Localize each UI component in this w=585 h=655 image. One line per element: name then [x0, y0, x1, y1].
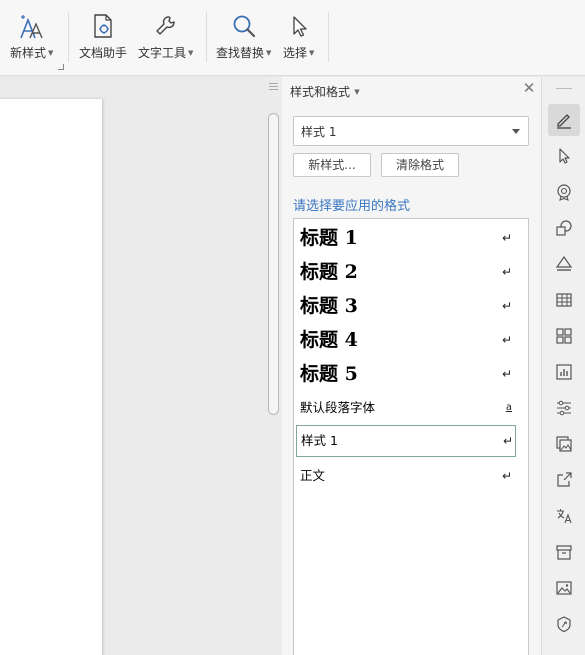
paragraph-mark-icon: ↵ — [501, 469, 512, 483]
paragraph-mark-icon: ↵ — [502, 434, 513, 448]
style-item-label: 标题 3 — [300, 295, 358, 317]
style-item-label: 标题 5 — [300, 363, 358, 385]
pane-title: 样式和格式 — [290, 85, 351, 99]
sidebar-handle — [556, 88, 572, 89]
fill-icon[interactable] — [548, 248, 580, 280]
ribbon-divider — [206, 12, 207, 62]
doc-assistant-label: 文档助手 — [79, 46, 128, 60]
paragraph-mark-icon: ↵ — [501, 231, 512, 245]
document-page[interactable] — [0, 99, 102, 655]
style-item-style-1[interactable]: 样式 1 ↵ — [296, 425, 516, 457]
style-item-heading-5[interactable]: 标题 5 ↵ — [294, 357, 528, 391]
paragraph-mark-icon: ↵ — [501, 333, 512, 347]
style-item-label: 正文 — [300, 468, 326, 483]
right-sidebar — [541, 77, 585, 655]
ribbon-toolbar: 新样式 ▼ 文档助手 文字工具 ▼ 查找替换 ▼ 选择 ▼ — [0, 0, 585, 76]
paragraph-mark-icon: ↵ — [501, 299, 512, 313]
cursor-arrow-icon — [284, 12, 314, 40]
select-label: 选择 — [283, 46, 308, 60]
sliders-icon[interactable] — [548, 392, 580, 424]
apps-grid-icon[interactable] — [548, 320, 580, 352]
dialog-launcher-icon[interactable] — [58, 64, 64, 70]
vertical-scrollbar[interactable] — [266, 77, 282, 655]
style-item-heading-3[interactable]: 标题 3 ↵ — [294, 289, 528, 323]
paragraph-mark-icon: ↵ — [501, 265, 512, 279]
style-item-label: 标题 1 — [300, 227, 358, 249]
bar-chart-icon[interactable] — [548, 356, 580, 388]
shapes-icon[interactable] — [548, 212, 580, 244]
text-tools-button[interactable]: 文字工具 ▼ — [138, 12, 193, 61]
shield-icon[interactable] — [548, 608, 580, 640]
style-item-label: 默认段落字体 — [300, 400, 376, 415]
close-icon[interactable]: ✕ — [522, 81, 536, 96]
scrollbar-thumb[interactable] — [268, 113, 279, 415]
style-item-heading-4[interactable]: 标题 4 ↵ — [294, 323, 528, 357]
ribbon-divider — [68, 12, 69, 62]
find-replace-button[interactable]: 查找替换 ▼ — [216, 12, 271, 61]
scroll-grip-icon[interactable] — [269, 83, 278, 93]
styles-formatting-pane: 样式和格式 ▼ ✕ 样式 1 新样式... 清除格式 请选择要应用的格式 标题 … — [282, 77, 541, 655]
style-item-label: 标题 4 — [300, 329, 358, 351]
translate-icon[interactable] — [548, 500, 580, 532]
badge-icon[interactable] — [548, 176, 580, 208]
new-style-pane-button[interactable]: 新样式... — [293, 153, 371, 177]
style-item-default-font[interactable]: 默认段落字体 a — [294, 391, 528, 425]
current-style-value: 样式 1 — [301, 125, 337, 139]
chevron-down-icon — [512, 129, 520, 134]
clear-format-button[interactable]: 清除格式 — [381, 153, 459, 177]
document-canvas[interactable] — [0, 77, 266, 655]
style-item-heading-2[interactable]: 标题 2 ↵ — [294, 255, 528, 289]
ribbon-divider — [328, 12, 329, 62]
paragraph-mark-icon: ↵ — [501, 367, 512, 381]
image-gallery-icon[interactable] — [548, 428, 580, 460]
table-icon[interactable] — [548, 284, 580, 316]
new-style-label: 新样式 — [10, 46, 47, 60]
doc-assistant-button[interactable]: 文档助手 — [79, 12, 127, 61]
pane-title-dropdown[interactable]: 样式和格式 ▼ — [290, 83, 360, 100]
share-icon[interactable] — [548, 464, 580, 496]
new-style-icon — [17, 12, 47, 40]
style-list: 标题 1 ↵ 标题 2 ↵ 标题 3 ↵ 标题 4 ↵ 标题 5 ↵ 默认段落字… — [293, 218, 529, 655]
character-style-icon: a — [505, 402, 512, 413]
text-tools-label: 文字工具 — [138, 46, 187, 60]
style-item-label: 标题 2 — [300, 261, 358, 283]
document-assistant-icon — [88, 12, 118, 40]
magnifier-icon — [229, 12, 259, 40]
find-replace-label: 查找替换 — [216, 46, 265, 60]
apply-format-hint: 请选择要应用的格式 — [293, 199, 411, 214]
style-item-heading-1[interactable]: 标题 1 ↵ — [294, 221, 528, 255]
picture-icon[interactable] — [548, 572, 580, 604]
style-format-icon[interactable] — [548, 104, 580, 136]
archive-box-icon[interactable] — [548, 536, 580, 568]
style-item-body-text[interactable]: 正文 ↵ — [294, 459, 528, 493]
select-cursor-icon[interactable] — [548, 140, 580, 172]
current-style-select[interactable]: 样式 1 — [293, 116, 529, 146]
wrench-icon — [151, 12, 181, 40]
select-button[interactable]: 选择 ▼ — [283, 12, 314, 61]
new-style-button[interactable]: 新样式 ▼ — [10, 12, 53, 61]
style-item-label: 样式 1 — [301, 433, 338, 448]
